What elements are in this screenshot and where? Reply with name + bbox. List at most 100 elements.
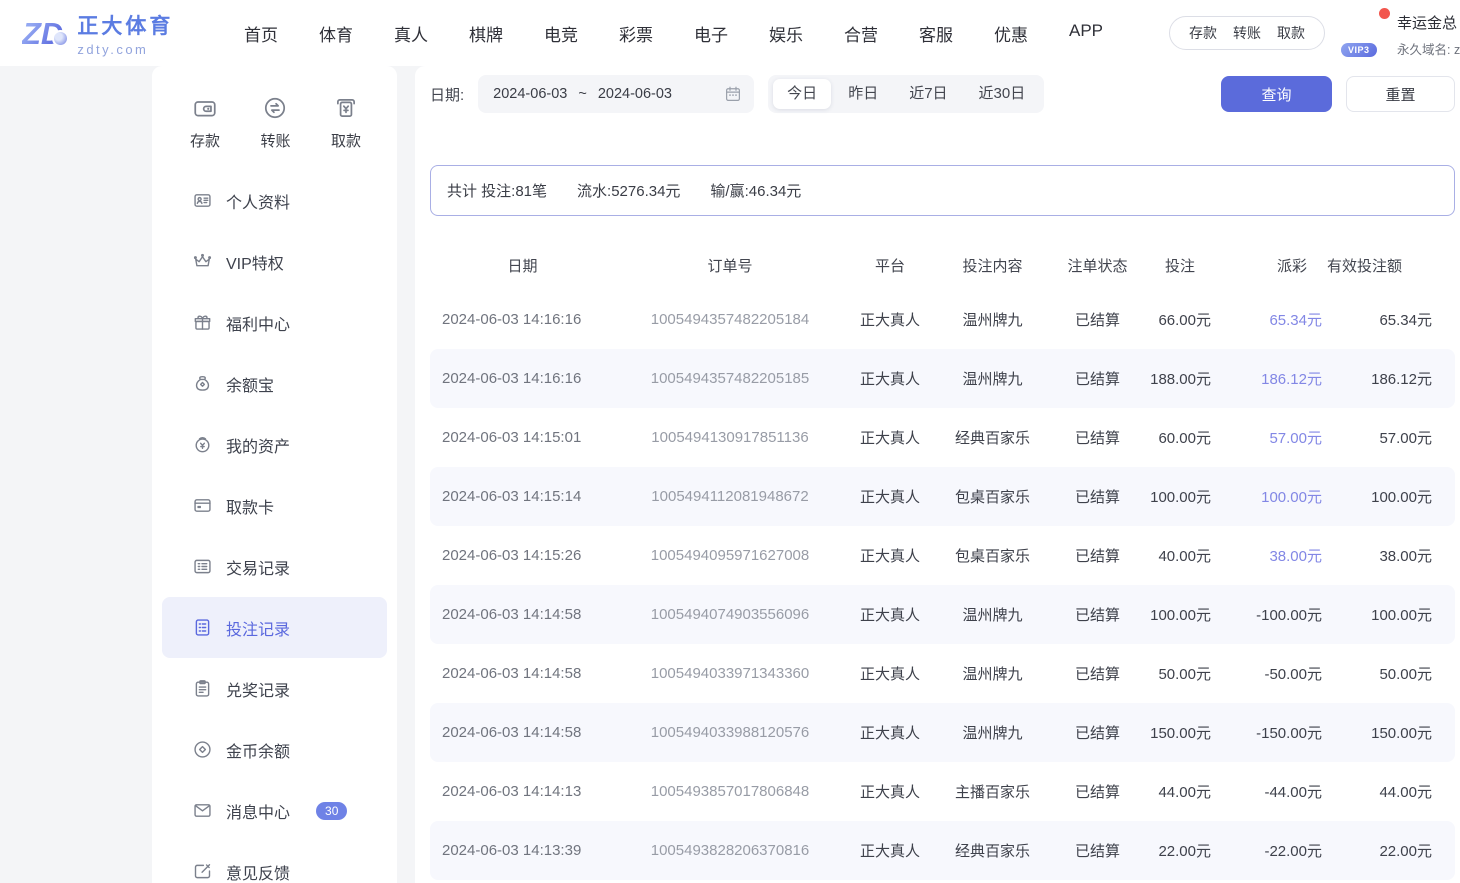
- cell-date: 2024-06-03 14:15:14: [430, 488, 615, 505]
- date-range-tab[interactable]: 今日: [773, 79, 831, 109]
- sidebar-item[interactable]: 意见反馈: [162, 841, 387, 883]
- date-to-value: 2024-06-03: [598, 86, 672, 102]
- nav-item[interactable]: 客服: [919, 21, 953, 46]
- withdraw-link[interactable]: 取款: [1277, 23, 1305, 43]
- date-range-tab[interactable]: 昨日: [834, 79, 892, 109]
- cell-bet-amount: 66.00元: [1145, 309, 1215, 330]
- nav-item[interactable]: 电子: [694, 21, 728, 46]
- column-header: 有效投注额: [1327, 255, 1455, 276]
- sidebar-item[interactable]: 取款卡: [162, 475, 387, 536]
- sidebar-item-label: 兑奖记录: [226, 677, 290, 701]
- date-range-input[interactable]: 2024-06-03 ~ 2024-06-03: [478, 75, 754, 113]
- cell-bet-amount: 60.00元: [1145, 427, 1215, 448]
- column-header: 投注: [1145, 255, 1215, 276]
- date-range-tab[interactable]: 近30日: [965, 79, 1040, 109]
- cell-status: 已结算: [1050, 840, 1145, 861]
- cell-date: 2024-06-03 14:13:39: [430, 842, 615, 859]
- cell-status: 已结算: [1050, 368, 1145, 389]
- header-right: 存款 转账 取款 VIP3 幸运金总 永久域名: z: [1169, 9, 1460, 58]
- avatar[interactable]: VIP3: [1348, 11, 1388, 51]
- table-header-row: 日期订单号平台投注内容注单状态投注派彩有效投注额: [430, 240, 1455, 290]
- column-header: 派彩: [1215, 255, 1327, 276]
- cell-bet-amount: 100.00元: [1145, 604, 1215, 625]
- sidebar-item[interactable]: VIP特权: [162, 231, 387, 292]
- transfer-icon: [262, 95, 288, 121]
- brand-logo[interactable]: ZD 正大体育 zdty.com: [22, 10, 208, 57]
- cell-date: 2024-06-03 14:15:26: [430, 547, 615, 564]
- nav-item[interactable]: APP: [1069, 21, 1103, 46]
- cell-date: 2024-06-03 14:14:58: [430, 724, 615, 741]
- reset-button[interactable]: 重置: [1346, 76, 1455, 112]
- date-range-tab[interactable]: 近7日: [895, 79, 961, 109]
- gift-icon: [192, 312, 213, 333]
- cell-order-number: 1005494357482205185: [615, 370, 845, 387]
- cell-bet-amount: 50.00元: [1145, 663, 1215, 684]
- query-button[interactable]: 查询: [1221, 76, 1332, 112]
- cell-payout: -44.00元: [1215, 781, 1327, 802]
- nav-item[interactable]: 娱乐: [769, 21, 803, 46]
- quick-action[interactable]: 取款: [331, 95, 361, 151]
- nav-item[interactable]: 首页: [244, 21, 278, 46]
- brand-name: 正大体育: [77, 10, 173, 40]
- money-pouch-icon: [192, 373, 213, 394]
- nav-item[interactable]: 电竞: [544, 21, 578, 46]
- sidebar-item[interactable]: 消息中心 30: [162, 780, 387, 841]
- mail-icon: [192, 800, 213, 821]
- permanent-domain-note: 永久域名: z: [1397, 39, 1460, 58]
- sidebar-menu: 个人资料 VIP特权 福利中心 余额宝: [152, 159, 397, 883]
- sidebar-item[interactable]: 兑奖记录: [162, 658, 387, 719]
- nav-item[interactable]: 棋牌: [469, 21, 503, 46]
- nav-item[interactable]: 合营: [844, 21, 878, 46]
- nav-item[interactable]: 彩票: [619, 21, 653, 46]
- cell-valid-amount: 150.00元: [1327, 722, 1455, 743]
- cell-bet-amount: 188.00元: [1145, 368, 1215, 389]
- cell-valid-amount: 38.00元: [1327, 545, 1455, 566]
- sidebar-item[interactable]: 我的资产: [162, 414, 387, 475]
- cell-order-number: 1005494074903556096: [615, 606, 845, 623]
- brand-domain: zdty.com: [77, 42, 173, 57]
- nav-item[interactable]: 优惠: [994, 21, 1028, 46]
- cell-valid-amount: 186.12元: [1327, 368, 1455, 389]
- cell-platform: 正大真人: [845, 545, 935, 566]
- cell-order-number: 1005494033971343360: [615, 665, 845, 682]
- cell-bet-content: 主播百家乐: [935, 781, 1050, 802]
- quick-action-label: 转账: [260, 130, 290, 151]
- cell-payout: 57.00元: [1215, 427, 1327, 448]
- sidebar-item[interactable]: 余额宝: [162, 353, 387, 414]
- transfer-link[interactable]: 转账: [1233, 23, 1261, 43]
- notification-dot: [1379, 8, 1390, 19]
- cell-valid-amount: 22.00元: [1327, 840, 1455, 861]
- calendar-icon[interactable]: [724, 85, 742, 103]
- cell-date: 2024-06-03 14:16:16: [430, 311, 615, 328]
- cell-bet-content: 经典百家乐: [935, 427, 1050, 448]
- user-block[interactable]: VIP3 幸运金总 永久域名: z: [1348, 9, 1460, 58]
- quick-action[interactable]: 存款: [190, 95, 220, 151]
- sidebar-item[interactable]: 投注记录: [162, 597, 387, 658]
- sidebar-item-label: 我的资产: [226, 433, 290, 457]
- deposit-link[interactable]: 存款: [1189, 23, 1217, 43]
- cell-valid-amount: 50.00元: [1327, 663, 1455, 684]
- sidebar-item[interactable]: 交易记录: [162, 536, 387, 597]
- wallet-deposit-icon: [192, 95, 218, 121]
- cell-platform: 正大真人: [845, 604, 935, 625]
- sidebar-item[interactable]: 金币余额: [162, 719, 387, 780]
- cell-valid-amount: 65.34元: [1327, 309, 1455, 330]
- cell-order-number: 1005494095971627008: [615, 547, 845, 564]
- cell-status: 已结算: [1050, 427, 1145, 448]
- cell-bet-content: 温州牌九: [935, 309, 1050, 330]
- cell-bet-content: 包桌百家乐: [935, 545, 1050, 566]
- nav-item[interactable]: 体育: [319, 21, 353, 46]
- transaction-list-icon: [192, 556, 213, 577]
- column-header: 投注内容: [935, 255, 1050, 276]
- cell-date: 2024-06-03 14:16:16: [430, 370, 615, 387]
- quick-action[interactable]: 转账: [260, 95, 290, 151]
- nav-item[interactable]: 真人: [394, 21, 428, 46]
- cell-payout: -22.00元: [1215, 840, 1327, 861]
- page-body: 存款 转账 取款 个人资料: [0, 66, 1460, 883]
- sidebar-item[interactable]: 个人资料: [162, 170, 387, 231]
- cell-payout: 100.00元: [1215, 486, 1327, 507]
- cell-valid-amount: 44.00元: [1327, 781, 1455, 802]
- withdraw-icon: [333, 95, 359, 121]
- brand-logo-icon: ZD: [22, 18, 67, 49]
- sidebar-item[interactable]: 福利中心: [162, 292, 387, 353]
